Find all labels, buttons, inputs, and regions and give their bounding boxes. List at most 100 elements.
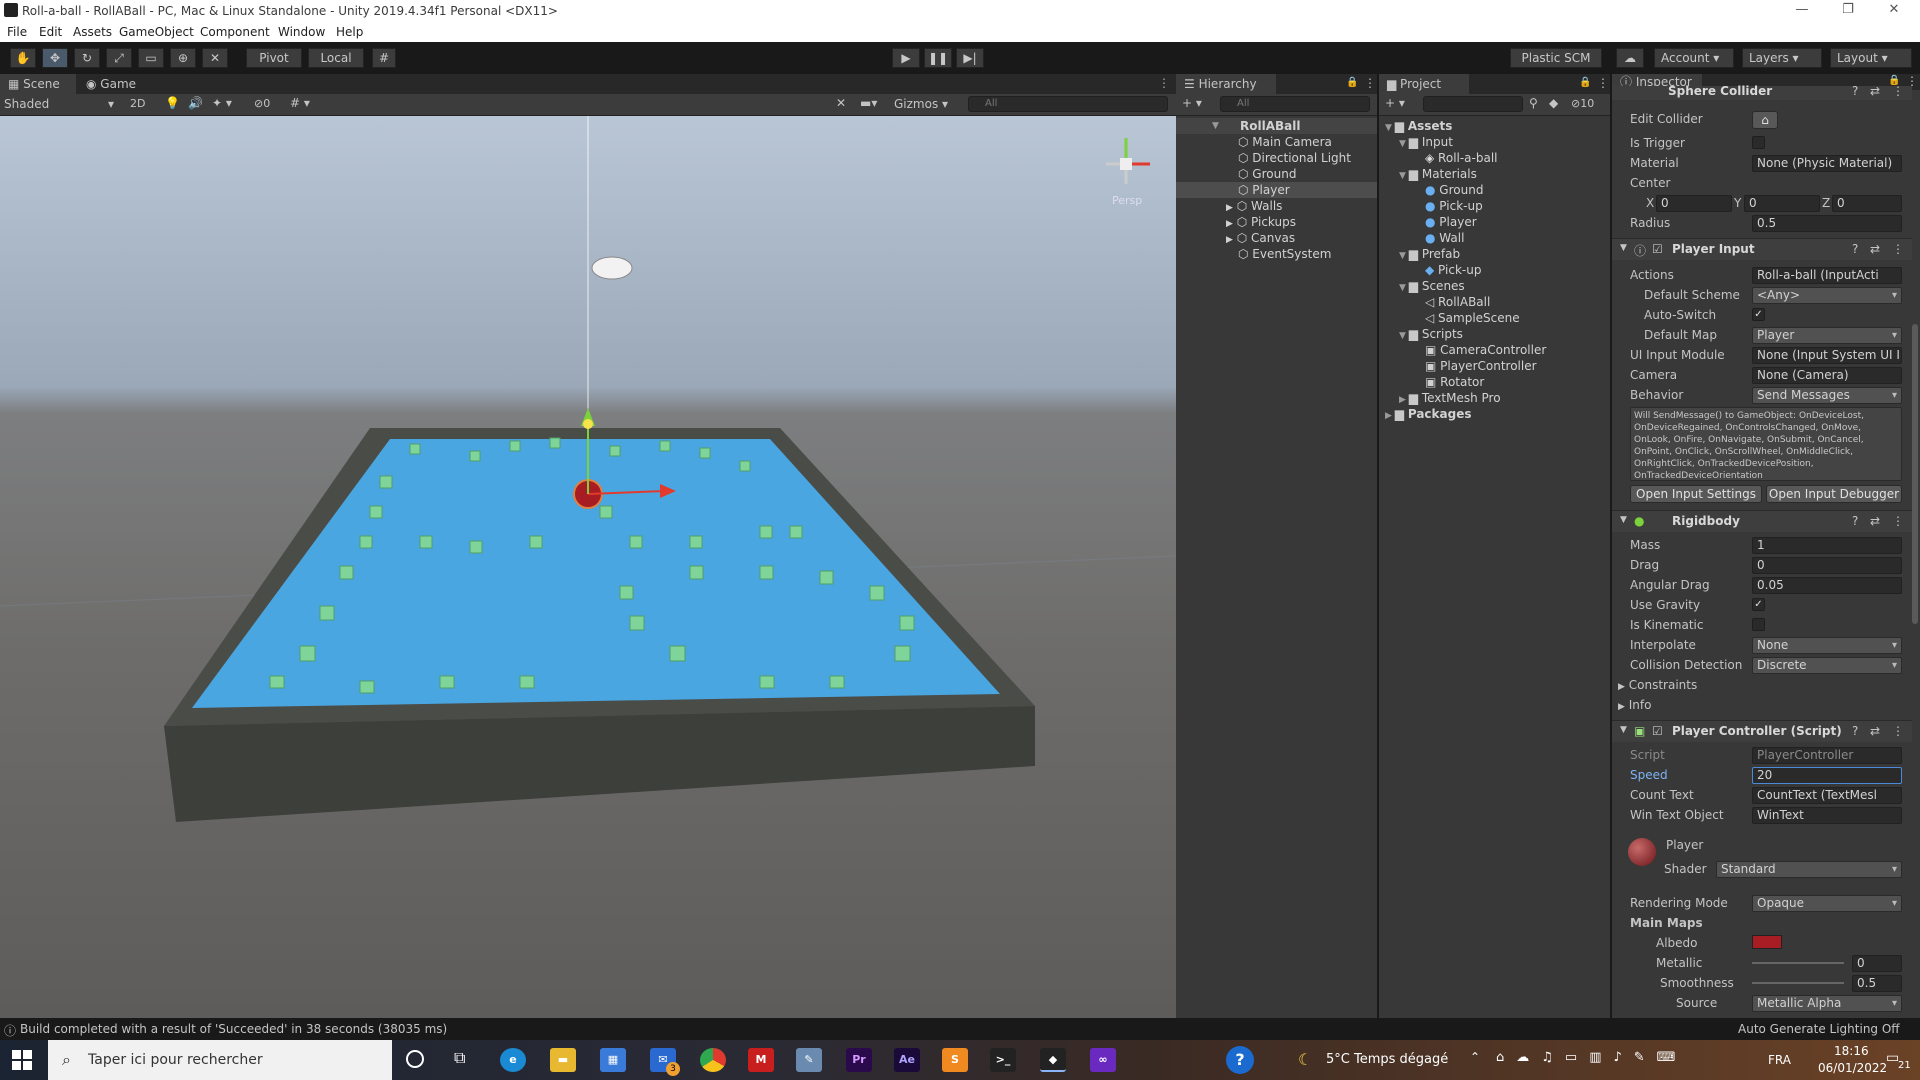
project-item-folder[interactable]: ▶ ▆ Packages: [1379, 406, 1610, 422]
project-item-prefab[interactable]: ◆ Pick-up: [1379, 262, 1610, 278]
lighting-toggle-icon[interactable]: 💡: [165, 96, 180, 110]
tray-icons[interactable]: ⌂☁♫▭▥♪✎⌨: [1496, 1050, 1687, 1065]
presets-icon[interactable]: ⇄: [1870, 242, 1880, 256]
mass-field[interactable]: 1: [1752, 537, 1902, 554]
component-menu-icon[interactable]: ⋮: [1892, 84, 1904, 98]
move-tool-icon[interactable]: ✥: [42, 48, 68, 68]
expand-arrow-icon[interactable]: ▼: [1385, 123, 1395, 133]
create-dropdown[interactable]: + ▾: [1182, 96, 1202, 110]
local-toggle[interactable]: Local: [308, 48, 364, 68]
help-icon[interactable]: ?: [1852, 242, 1858, 256]
scrollbar[interactable]: [1912, 324, 1918, 624]
hierarchy-item-selected[interactable]: ⬡ Player: [1176, 182, 1377, 198]
use-gravity-checkbox[interactable]: ✓: [1752, 598, 1765, 611]
menu-file[interactable]: File: [7, 25, 27, 39]
audio-toggle-icon[interactable]: 🔊: [188, 96, 203, 110]
component-menu-icon[interactable]: ⋮: [1892, 242, 1904, 256]
rotate-tool-icon[interactable]: ↻: [74, 48, 100, 68]
menu-component[interactable]: Component: [200, 25, 270, 39]
default-scheme-dropdown[interactable]: <Any>: [1752, 287, 1902, 304]
component-menu-icon[interactable]: ⋮: [1892, 514, 1904, 528]
menu-help[interactable]: Help: [336, 25, 363, 39]
menu-edit[interactable]: Edit: [39, 25, 62, 39]
open-input-debugger-button[interactable]: Open Input Debugger: [1766, 485, 1902, 503]
clock-time[interactable]: 18:16: [1834, 1044, 1869, 1058]
win-text-field[interactable]: WinText: [1752, 807, 1902, 824]
project-item-folder[interactable]: ▼ ▆ Input: [1379, 134, 1610, 150]
help-icon[interactable]: ?: [1852, 84, 1858, 98]
pivot-toggle[interactable]: Pivot: [246, 48, 302, 68]
tab-scene[interactable]: ▦ Scene: [0, 74, 76, 94]
hierarchy-item[interactable]: ▶ ⬡ Pickups: [1226, 214, 1296, 230]
project-item-folder[interactable]: ▶ ▆ TextMesh Pro: [1379, 390, 1610, 406]
panel-menu-icon[interactable]: ⋮: [1597, 76, 1609, 90]
hierarchy-item[interactable]: ▶ ⬡ Canvas: [1226, 230, 1295, 246]
status-message[interactable]: Build completed with a result of 'Succee…: [20, 1022, 447, 1036]
presets-icon[interactable]: ⇄: [1870, 84, 1880, 98]
smoothness-field[interactable]: 0.5: [1852, 975, 1902, 992]
center-x-field[interactable]: 0: [1656, 195, 1732, 212]
tray-chevron-icon[interactable]: ⌃: [1470, 1050, 1480, 1064]
grid-snap-icon[interactable]: #: [372, 48, 396, 68]
scene-search-input[interactable]: All: [968, 96, 1168, 112]
project-item-folder[interactable]: ▼ ▆ Scripts: [1379, 326, 1610, 342]
notes-icon[interactable]: ✎: [796, 1048, 822, 1072]
account-dropdown[interactable]: Account ▾: [1654, 48, 1734, 68]
collapse-arrow-icon[interactable]: ▼: [1620, 515, 1627, 525]
menu-window[interactable]: Window: [278, 25, 325, 39]
tab-hierarchy[interactable]: ☰ Hierarchy: [1176, 74, 1276, 94]
tab-project[interactable]: ▆ Project: [1379, 74, 1469, 94]
collapse-arrow-icon[interactable]: ▼: [1620, 243, 1627, 253]
hidden-packages-icon[interactable]: ⊘10: [1571, 97, 1594, 110]
project-item-scene[interactable]: ◁ SampleScene: [1379, 310, 1610, 326]
shading-dropdown[interactable]: Shaded ▾: [4, 96, 118, 113]
unity-icon[interactable]: ◆: [1040, 1048, 1066, 1072]
effects-toggle-icon[interactable]: ✦ ▾: [212, 96, 232, 110]
project-item-material[interactable]: ● Player: [1379, 214, 1610, 230]
hand-tool-icon[interactable]: ✋: [10, 48, 36, 68]
camera-dropdown-icon[interactable]: ▬▾: [860, 96, 877, 110]
center-z-field[interactable]: 0: [1832, 195, 1902, 212]
collapse-arrow-icon[interactable]: ▶: [1399, 395, 1409, 405]
expand-arrow-icon[interactable]: ▼: [1399, 331, 1409, 341]
metallic-slider[interactable]: [1752, 962, 1844, 964]
pause-button[interactable]: ❚❚: [924, 48, 952, 68]
interpolate-dropdown[interactable]: None: [1752, 637, 1902, 654]
plastic-scm-button[interactable]: Plastic SCM: [1510, 48, 1602, 68]
hierarchy-item[interactable]: ⬡ Main Camera: [1238, 134, 1332, 150]
file-explorer-icon[interactable]: ▬: [550, 1048, 576, 1072]
shader-dropdown[interactable]: Standard: [1716, 861, 1902, 878]
is-trigger-checkbox[interactable]: [1752, 136, 1765, 149]
actions-field[interactable]: Roll-a-ball (InputActi: [1752, 267, 1902, 284]
2d-toggle[interactable]: 2D: [130, 97, 145, 110]
project-item-script[interactable]: ▣ CameraController: [1379, 342, 1610, 358]
metallic-field[interactable]: 0: [1852, 955, 1902, 972]
behavior-dropdown[interactable]: Send Messages: [1752, 387, 1902, 404]
project-item-folder[interactable]: ▼ ▆ Prefab: [1379, 246, 1610, 262]
scene-root-row[interactable]: ▼ RollABall: [1176, 118, 1377, 134]
hierarchy-item[interactable]: ⬡ Directional Light: [1238, 150, 1351, 166]
app-icon[interactable]: S: [942, 1048, 968, 1072]
close-icon[interactable]: ✕: [1874, 2, 1914, 17]
taskbar-search-input[interactable]: ⌕ Taper ici pour rechercher: [48, 1040, 392, 1080]
minimize-icon[interactable]: —: [1782, 2, 1822, 17]
transform-tool-icon[interactable]: ⊕: [170, 48, 196, 68]
presets-icon[interactable]: ⇄: [1870, 724, 1880, 738]
expand-arrow-icon[interactable]: ▼: [1399, 139, 1409, 149]
store-icon[interactable]: ▦: [600, 1048, 626, 1072]
persp-label[interactable]: Persp: [1112, 194, 1142, 207]
rect-tool-icon[interactable]: ▭: [138, 48, 164, 68]
play-button[interactable]: ▶: [892, 48, 920, 68]
tab-game[interactable]: ◉ Game: [78, 74, 148, 94]
custom-tool-icon[interactable]: ✕: [202, 48, 228, 68]
player-controller-header[interactable]: ▼ ▣ ☑ Player Controller (Script) ? ⇄ ⋮: [1612, 720, 1912, 742]
presets-icon[interactable]: ⇄: [1870, 514, 1880, 528]
visual-studio-icon[interactable]: ∞: [1090, 1048, 1116, 1072]
project-item-script[interactable]: ▣ Rotator: [1379, 374, 1610, 390]
menu-assets[interactable]: Assets: [73, 25, 112, 39]
expand-arrow-icon[interactable]: ▼: [1399, 283, 1409, 293]
create-dropdown[interactable]: + ▾: [1385, 96, 1405, 110]
info-foldout[interactable]: ▶ Info: [1618, 698, 1651, 712]
camera-field[interactable]: None (Camera): [1752, 367, 1902, 384]
expand-arrow-icon[interactable]: ▼: [1399, 171, 1409, 181]
